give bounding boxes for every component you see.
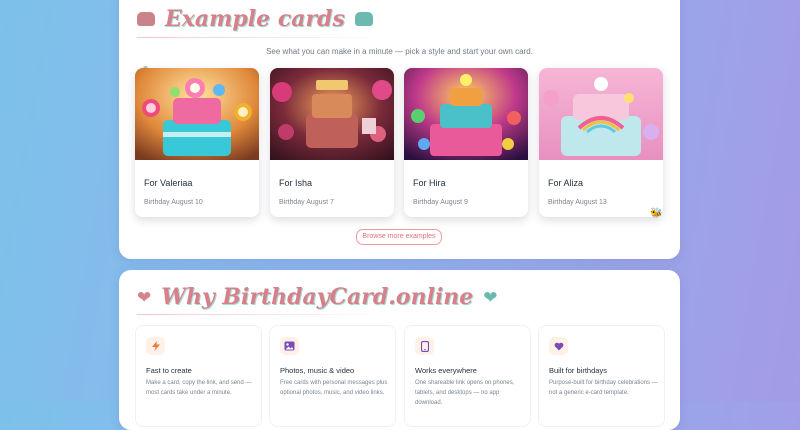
heart-icon: ❤: [483, 287, 498, 307]
example-card-isha[interactable]: For Isha Birthday August 7: [270, 68, 394, 217]
image-icon: [280, 337, 299, 355]
example-card-valeriaa[interactable]: For Valeriaa Birthday August 10: [135, 68, 259, 217]
title-underline: [137, 37, 387, 38]
feature-description: Purpose-built for birthday celebrations …: [549, 380, 658, 396]
card-name: For Aliza: [548, 178, 584, 188]
bee-sticker-icon: 🐝: [650, 208, 663, 219]
feature-title: Works everywhere: [415, 366, 477, 375]
feature-card-everywhere: Works everywhere One shareable link open…: [404, 325, 531, 427]
feature-card-birthdays: Built for birthdays Purpose-built for bi…: [538, 325, 665, 427]
title-underline: [137, 314, 387, 315]
feature-title: Fast to create: [146, 366, 192, 375]
feature-description: Free cards with personal messages plus o…: [280, 380, 388, 396]
example-card-aliza[interactable]: For Aliza Birthday August 13: [539, 68, 663, 217]
card-date: Birthday August 7: [279, 199, 334, 206]
why-section: ❤ Why BirthdayCard.online ❤ Fast to crea…: [119, 270, 680, 430]
card-date: Birthday August 9: [413, 199, 468, 206]
feature-description: One shareable link opens on phones, tabl…: [415, 380, 515, 406]
feature-card-media: Photos, music & video Free cards with pe…: [269, 325, 396, 427]
section-title: Why BirthdayCard.online: [161, 284, 474, 310]
example-card-hira[interactable]: For Hira Birthday August 9: [404, 68, 528, 217]
cake-icon: [137, 12, 155, 26]
card-name: For Valeriaa: [144, 178, 193, 188]
card-image: [539, 68, 663, 160]
heart-icon: [549, 337, 568, 355]
example-cards-heading: Example cards: [137, 6, 373, 32]
feature-description: Make a card, copy the link, and send — m…: [146, 380, 252, 396]
card-image: [270, 68, 394, 160]
section-subtitle: See what you can make in a minute — pick…: [266, 47, 533, 56]
example-cards-section: Example cards See what you can make in a…: [119, 0, 680, 259]
browse-more-examples-button[interactable]: Browse more examples: [356, 229, 442, 245]
lightning-icon: [146, 337, 165, 355]
card-image: [404, 68, 528, 160]
cake-icon: [354, 12, 373, 26]
feature-title: Built for birthdays: [549, 366, 607, 375]
card-name: For Isha: [279, 178, 313, 188]
heart-icon: ❤: [137, 287, 152, 307]
section-title: Example cards: [165, 6, 345, 32]
card-date: Birthday August 10: [144, 199, 203, 206]
card-name: For Hira: [413, 178, 446, 188]
why-heading: ❤ Why BirthdayCard.online ❤: [137, 284, 498, 310]
phone-icon: [415, 337, 434, 355]
card-date: Birthday August 13: [548, 199, 607, 206]
feature-card-fast: Fast to create Make a card, copy the lin…: [135, 325, 262, 427]
feature-title: Photos, music & video: [280, 366, 355, 375]
card-image: [135, 68, 259, 160]
